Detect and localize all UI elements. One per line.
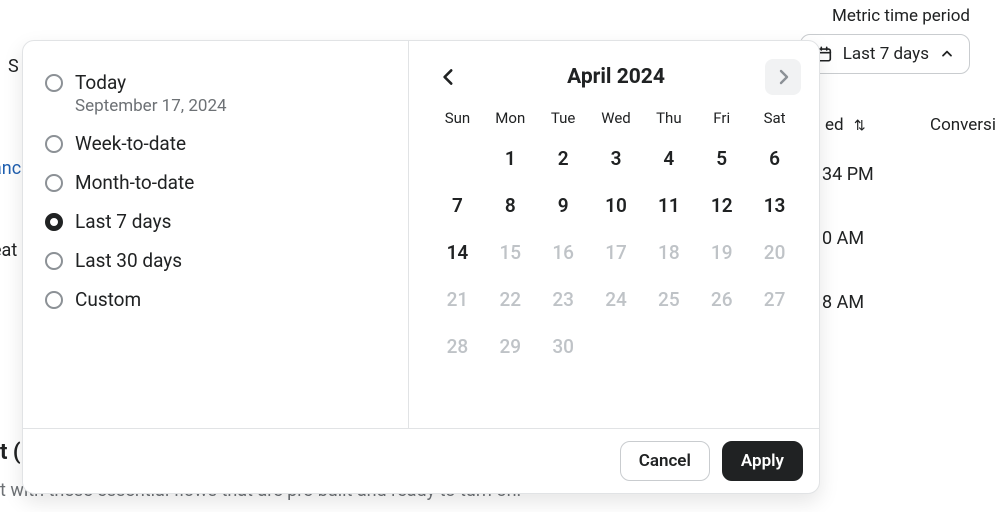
bg-heading-fragment: t (: [0, 440, 21, 465]
calendar-dow: Tue: [537, 109, 590, 127]
calendar-day: 28: [431, 331, 484, 362]
apply-button[interactable]: Apply: [722, 441, 803, 481]
calendar-title: April 2024: [567, 65, 665, 89]
calendar-day: 18: [642, 237, 695, 268]
preset-l30[interactable]: Last 30 days: [41, 241, 390, 280]
calendar-day: 27: [748, 284, 801, 315]
calendar-day: 17: [590, 237, 643, 268]
calendar-day: 21: [431, 284, 484, 315]
calendar-next-button: [765, 59, 801, 95]
calendar-day: 22: [484, 284, 537, 315]
preset-today[interactable]: TodaySeptember 17, 2024: [41, 63, 390, 124]
calendar-day: 24: [590, 284, 643, 315]
column-header-conversi: Conversi: [930, 115, 996, 135]
radio-icon: [45, 213, 63, 231]
chevron-left-icon: [438, 66, 460, 88]
calendar-day[interactable]: 13: [748, 190, 801, 221]
calendar-dow: Wed: [590, 109, 643, 127]
calendar-day[interactable]: 5: [695, 143, 748, 174]
sort-icon[interactable]: ⇅: [854, 118, 864, 134]
calendar-day[interactable]: 4: [642, 143, 695, 174]
calendar-day[interactable]: 12: [695, 190, 748, 221]
radio-icon: [45, 252, 63, 270]
popover-actions: Cancel Apply: [23, 428, 819, 493]
calendar-day: 15: [484, 237, 537, 268]
metric-time-period-text: Last 7 days: [843, 44, 929, 64]
radio-icon: [45, 174, 63, 192]
chevron-right-icon: [773, 67, 793, 87]
preset-l7[interactable]: Last 7 days: [41, 202, 390, 241]
table-row-time: 0 AM: [822, 228, 864, 249]
calendar-prev-button[interactable]: [431, 59, 467, 95]
calendar-day[interactable]: 7: [431, 190, 484, 221]
table-row-time: 34 PM: [822, 164, 874, 185]
preset-wtd[interactable]: Week-to-date: [41, 124, 390, 163]
bg-fragment: S: [8, 56, 19, 77]
preset-label: Last 7 days: [75, 210, 171, 233]
preset-mtd[interactable]: Month-to-date: [41, 163, 390, 202]
preset-label: Custom: [75, 288, 141, 311]
calendar-day[interactable]: 1: [484, 143, 537, 174]
calendar: April 2024 SunMonTueWedThuFriSat12345678…: [409, 41, 819, 428]
calendar-dow: Sun: [431, 109, 484, 127]
bg-fragment: eat: [0, 240, 17, 261]
calendar-day: 25: [642, 284, 695, 315]
calendar-dow: Mon: [484, 109, 537, 127]
calendar-dow: Sat: [748, 109, 801, 127]
calendar-day[interactable]: 3: [590, 143, 643, 174]
calendar-day[interactable]: 9: [537, 190, 590, 221]
calendar-day: 23: [537, 284, 590, 315]
preset-label: Month-to-date: [75, 171, 194, 194]
radio-icon: [45, 74, 63, 92]
cancel-button[interactable]: Cancel: [620, 441, 710, 481]
calendar-day: 16: [537, 237, 590, 268]
calendar-day: 30: [537, 331, 590, 362]
metric-time-period-label: Metric time period: [832, 6, 970, 26]
calendar-day: 26: [695, 284, 748, 315]
calendar-day[interactable]: 2: [537, 143, 590, 174]
chevron-up-icon: [939, 46, 955, 62]
preset-sublabel: September 17, 2024: [75, 96, 227, 116]
preset-list: TodaySeptember 17, 2024 Week-to-date Month…: [23, 41, 409, 428]
calendar-day[interactable]: 6: [748, 143, 801, 174]
calendar-day: 29: [484, 331, 537, 362]
calendar-day[interactable]: 10: [590, 190, 643, 221]
bg-fragment: anc: [0, 158, 21, 179]
column-header-edited: ed: [825, 115, 844, 135]
metric-time-period-button[interactable]: Last 7 days: [800, 34, 970, 74]
calendar-day: 19: [695, 237, 748, 268]
calendar-dow: Fri: [695, 109, 748, 127]
preset-label: Week-to-date: [75, 132, 186, 155]
preset-label: Last 30 days: [75, 249, 182, 272]
preset-custom[interactable]: Custom: [41, 280, 390, 319]
calendar-dow: Thu: [642, 109, 695, 127]
calendar-day[interactable]: 11: [642, 190, 695, 221]
calendar-day[interactable]: 8: [484, 190, 537, 221]
radio-icon: [45, 291, 63, 309]
preset-label: Today: [75, 71, 227, 94]
calendar-day: 20: [748, 237, 801, 268]
radio-icon: [45, 135, 63, 153]
table-row-time: 8 AM: [822, 292, 864, 313]
date-range-popover: TodaySeptember 17, 2024 Week-to-date Month…: [22, 40, 820, 494]
calendar-day[interactable]: 14: [431, 237, 484, 268]
